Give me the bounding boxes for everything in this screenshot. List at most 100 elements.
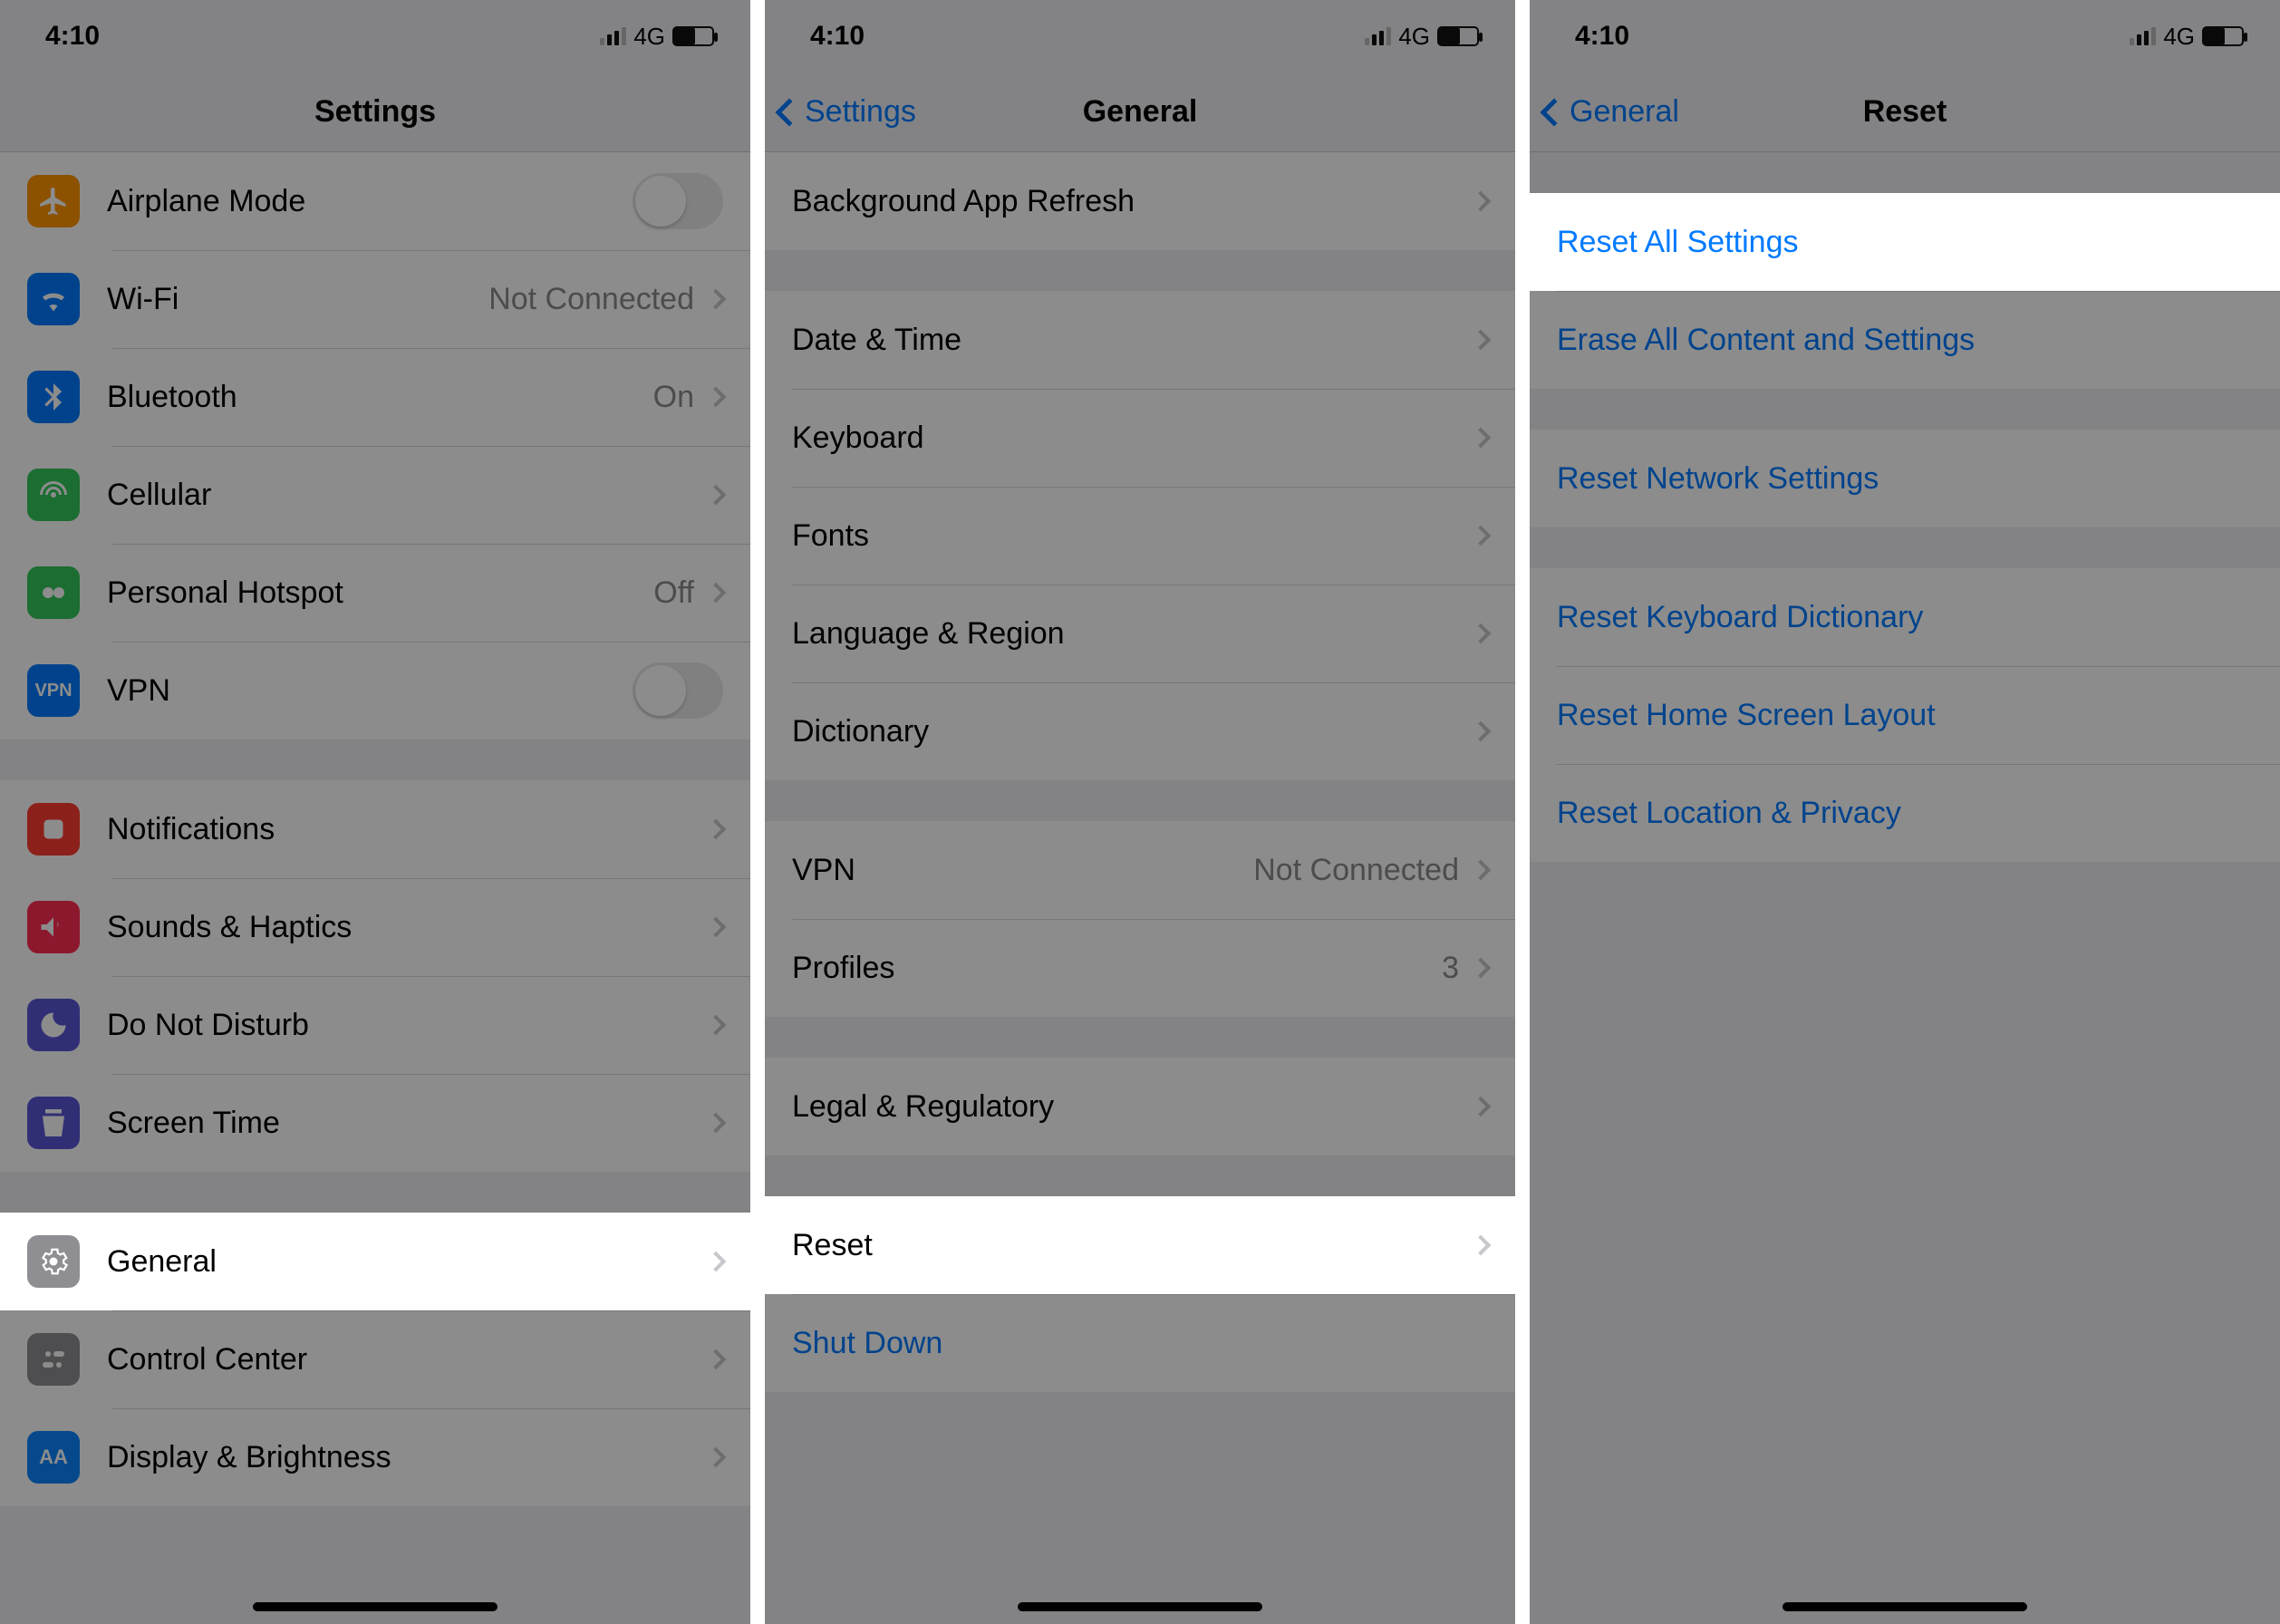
cell-label: Airplane Mode [107, 184, 633, 219]
cell-label: Background App Refresh [792, 184, 1473, 219]
network-label: 4G [633, 23, 665, 51]
signal-icon [2130, 27, 2156, 45]
chevron-right-icon [706, 819, 727, 840]
signal-icon [600, 27, 626, 45]
chevron-right-icon [706, 1349, 727, 1370]
cell-label: Reset Location & Privacy [1557, 796, 2253, 831]
cell-profiles[interactable]: Profiles 3 [765, 919, 1515, 1017]
sounds-icon [27, 901, 80, 953]
chevron-right-icon [706, 917, 727, 938]
cell-reset-keyboard[interactable]: Reset Keyboard Dictionary [1530, 568, 2280, 666]
battery-icon [672, 26, 714, 46]
cell-value: Off [653, 575, 694, 611]
nav-back-button[interactable]: Settings [779, 94, 916, 130]
nav-back-label: Settings [805, 94, 916, 130]
cell-reset-network[interactable]: Reset Network Settings [1530, 430, 2280, 527]
group-spacer [0, 1172, 750, 1213]
general-icon [27, 1235, 80, 1288]
reset-list[interactable]: Reset All Settings Erase All Content and… [1530, 152, 2280, 1624]
nav-title: General [1083, 94, 1198, 130]
chevron-right-icon [706, 387, 727, 408]
chevron-right-icon [1471, 428, 1492, 449]
chevron-right-icon [706, 485, 727, 506]
settings-list[interactable]: Airplane Mode Wi-Fi Not Connected Blueto… [0, 152, 750, 1624]
cell-notifications[interactable]: Notifications [0, 780, 750, 878]
cell-airplane-mode[interactable]: Airplane Mode [0, 152, 750, 250]
cell-label: Do Not Disturb [107, 1008, 709, 1043]
cell-reset-all-settings[interactable]: Reset All Settings [1530, 193, 2280, 291]
group-spacer [1530, 152, 2280, 193]
cell-general[interactable]: General [0, 1213, 750, 1310]
cell-background-app-refresh[interactable]: Background App Refresh [765, 152, 1515, 250]
chevron-left-icon [1540, 98, 1568, 126]
group-spacer [0, 740, 750, 780]
cell-label: Legal & Regulatory [792, 1089, 1473, 1125]
cell-reset[interactable]: Reset [765, 1196, 1515, 1294]
home-indicator [253, 1602, 498, 1611]
toggle[interactable] [633, 173, 723, 229]
cell-control-center[interactable]: Control Center [0, 1310, 750, 1408]
battery-icon [1437, 26, 1479, 46]
general-list[interactable]: Background App Refresh Date & Time Keybo… [765, 152, 1515, 1624]
screentime-icon [27, 1097, 80, 1149]
nav-title: Settings [314, 94, 436, 130]
cell-sounds[interactable]: Sounds & Haptics [0, 878, 750, 976]
cell-erase-all[interactable]: Erase All Content and Settings [1530, 291, 2280, 389]
battery-icon [2202, 26, 2244, 46]
cell-shut-down[interactable]: Shut Down [765, 1294, 1515, 1392]
cell-reset-location[interactable]: Reset Location & Privacy [1530, 764, 2280, 862]
chevron-right-icon [1471, 1097, 1492, 1117]
device-reset: 4:10 4G General Reset Reset All Settings… [1530, 0, 2280, 1624]
cell-dictionary[interactable]: Dictionary [765, 682, 1515, 780]
cell-label: Bluetooth [107, 380, 653, 415]
cell-value: Not Connected [1253, 853, 1459, 888]
chevron-right-icon [706, 1252, 727, 1272]
cell-legal[interactable]: Legal & Regulatory [765, 1058, 1515, 1155]
nav-bar: Settings [0, 72, 750, 152]
status-bar: 4:10 4G [765, 0, 1515, 72]
cell-wifi[interactable]: Wi-Fi Not Connected [0, 250, 750, 348]
network-label: 4G [2163, 23, 2195, 51]
toggle[interactable] [633, 662, 723, 719]
cell-hotspot[interactable]: Personal Hotspot Off [0, 544, 750, 642]
cell-label: Display & Brightness [107, 1440, 709, 1475]
cell-reset-home[interactable]: Reset Home Screen Layout [1530, 666, 2280, 764]
cell-dnd[interactable]: Do Not Disturb [0, 976, 750, 1074]
home-indicator [1782, 1602, 2027, 1611]
cell-vpn[interactable]: VPN VPN [0, 642, 750, 740]
cell-label: Dictionary [792, 714, 1473, 749]
nav-back-label: General [1570, 94, 1679, 130]
cell-fonts[interactable]: Fonts [765, 487, 1515, 585]
chevron-right-icon [706, 583, 727, 604]
status-right: 4G [1365, 23, 1479, 51]
chevron-right-icon [1471, 860, 1492, 881]
cell-language-region[interactable]: Language & Region [765, 585, 1515, 682]
cell-cellular[interactable]: Cellular [0, 446, 750, 544]
cell-vpn[interactable]: VPN Not Connected [765, 821, 1515, 919]
cell-bluetooth[interactable]: Bluetooth On [0, 348, 750, 446]
cell-value: Not Connected [488, 282, 694, 317]
notifications-icon [27, 803, 80, 856]
nav-bar: General Reset [1530, 72, 2280, 152]
cell-screentime[interactable]: Screen Time [0, 1074, 750, 1172]
nav-back-button[interactable]: General [1544, 94, 1679, 130]
nav-bar: Settings General [765, 72, 1515, 152]
cell-label: Fonts [792, 518, 1473, 554]
chevron-right-icon [1471, 191, 1492, 212]
cell-date-time[interactable]: Date & Time [765, 291, 1515, 389]
cell-value: On [653, 380, 694, 415]
cell-label: Notifications [107, 812, 709, 847]
cell-label: Shut Down [792, 1326, 1488, 1361]
cell-label: Reset Network Settings [1557, 461, 2253, 497]
cell-keyboard[interactable]: Keyboard [765, 389, 1515, 487]
chevron-right-icon [1471, 721, 1492, 742]
status-right: 4G [600, 23, 714, 51]
signal-icon [1365, 27, 1391, 45]
device-general: 4:10 4G Settings General Background App … [765, 0, 1515, 1624]
hotspot-icon [27, 566, 80, 619]
group-spacer [1530, 389, 2280, 430]
cell-label: Reset All Settings [1557, 225, 2253, 260]
cell-label: VPN [792, 853, 1253, 888]
cell-label: Personal Hotspot [107, 575, 653, 611]
cell-display[interactable]: AA Display & Brightness [0, 1408, 750, 1506]
